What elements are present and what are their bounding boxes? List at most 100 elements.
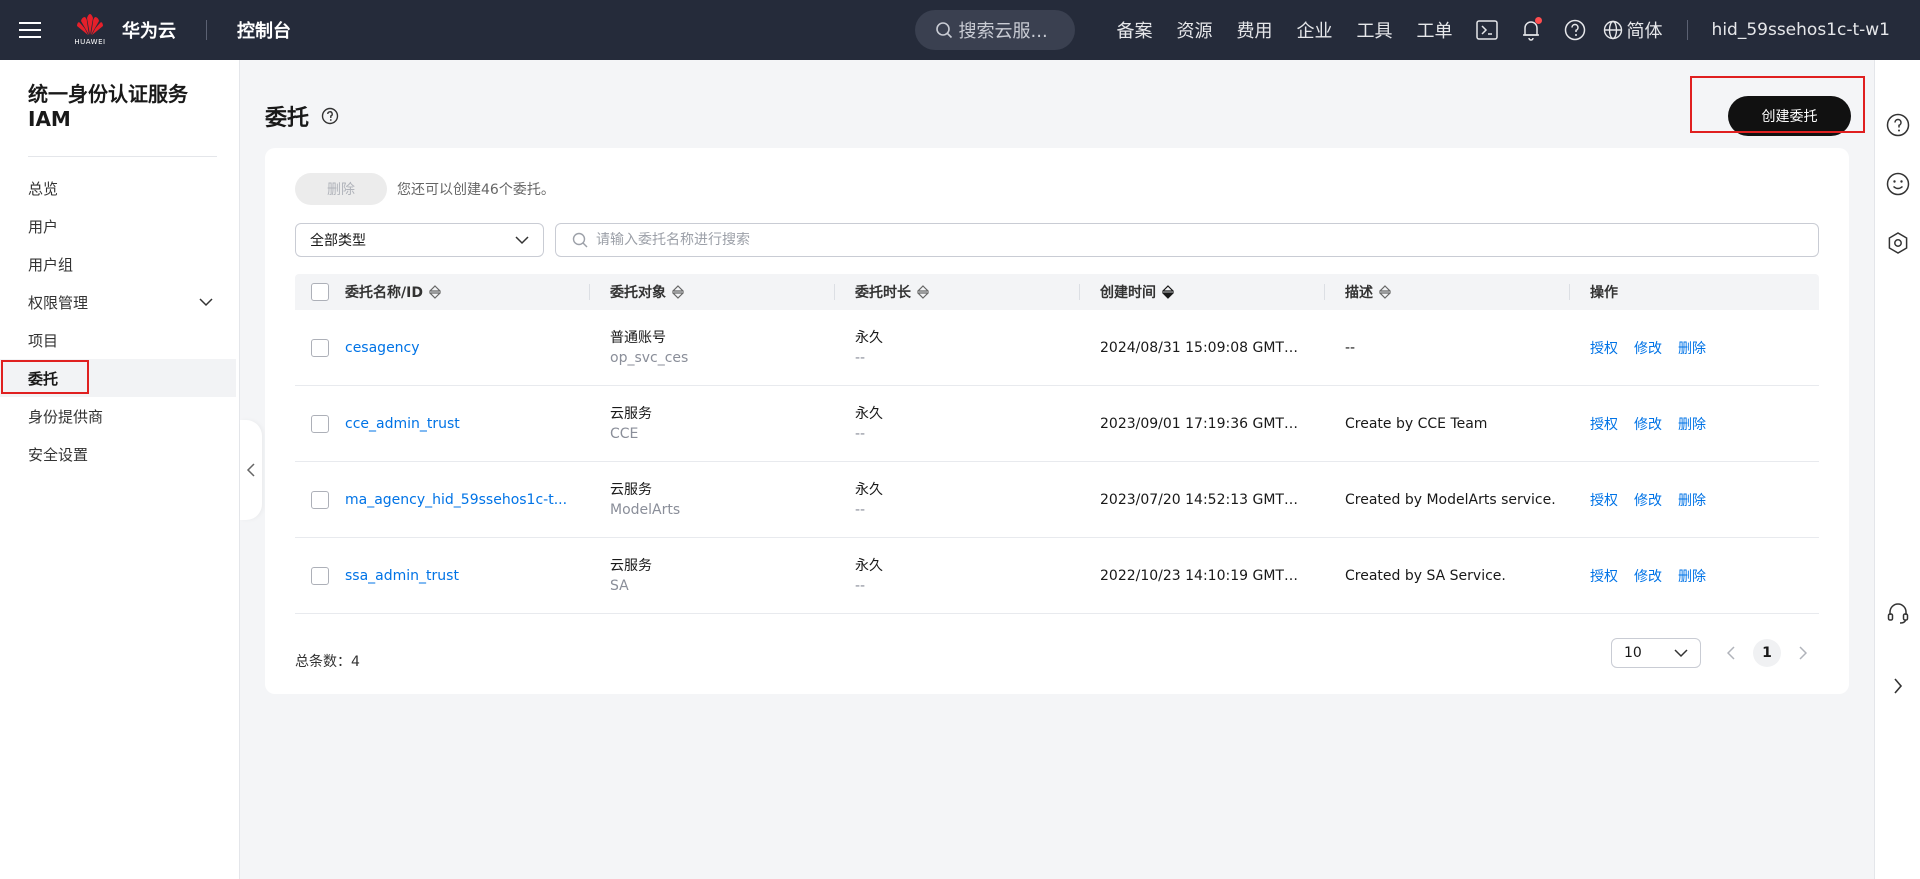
sort-icon[interactable] <box>1379 285 1391 299</box>
sort-icon[interactable] <box>672 285 684 299</box>
sidebar-item-label: 身份提供商 <box>28 407 104 426</box>
sidebar-item-user-groups[interactable]: 用户组 <box>0 245 239 283</box>
sort-icon[interactable] <box>917 285 929 299</box>
duration-sub: -- <box>855 349 866 366</box>
help-icon[interactable] <box>321 107 339 125</box>
column-label: 描述 <box>1345 285 1373 301</box>
gear-icon[interactable] <box>1885 230 1911 256</box>
delete-link[interactable]: 删除 <box>1678 490 1706 510</box>
sidebar-item-permissions[interactable]: 权限管理 <box>0 283 239 321</box>
select-all-checkbox[interactable] <box>311 283 329 301</box>
modify-link[interactable]: 修改 <box>1634 338 1662 358</box>
user-account[interactable]: hid_59ssehos1c-t-w1 <box>1712 20 1890 40</box>
page-number-current[interactable]: 1 <box>1753 639 1781 667</box>
delete-link[interactable]: 删除 <box>1678 338 1706 358</box>
top-navigation-bar: HUAWEI 华为云 控制台 搜索云服... 备案 资源 费用 企业 工具 工单… <box>0 0 1920 60</box>
target-cell: 云服务 ModelArts <box>590 480 835 520</box>
duration-value: 永久 <box>855 557 883 574</box>
modify-link[interactable]: 修改 <box>1634 414 1662 434</box>
row-actions: 授权 修改 删除 <box>1570 338 1819 358</box>
column-header-duration[interactable]: 委托时长 <box>835 274 1080 310</box>
highlight-box <box>1 360 89 394</box>
agency-table: 委托名称/ID 委托对象 委托时长 创建时间 描述 操作 cesagency 普… <box>295 274 1819 614</box>
batch-delete-button[interactable]: 删除 <box>295 173 387 205</box>
modify-link[interactable]: 修改 <box>1634 566 1662 586</box>
agency-name-link[interactable]: ma_agency_hid_59ssehos1c-t... <box>345 492 590 508</box>
total-label: 总条数： <box>295 654 351 670</box>
target-id: SA <box>610 577 629 594</box>
column-header-target[interactable]: 委托对象 <box>590 274 835 310</box>
authorize-link[interactable]: 授权 <box>1590 414 1618 434</box>
authorize-link[interactable]: 授权 <box>1590 566 1618 586</box>
global-search-placeholder: 搜索云服... <box>958 21 1048 42</box>
console-link[interactable]: 控制台 <box>237 17 291 43</box>
search-icon <box>935 22 952 39</box>
search-icon <box>572 232 588 248</box>
divider <box>1686 20 1688 40</box>
top-link-billing[interactable]: 费用 <box>1237 17 1273 43</box>
target-cell: 云服务 SA <box>590 556 835 596</box>
top-link-beian[interactable]: 备案 <box>1117 17 1153 43</box>
target-cell: 云服务 CCE <box>590 404 835 444</box>
language-switch[interactable]: 简体 <box>1603 17 1663 43</box>
top-link-resources[interactable]: 资源 <box>1177 17 1213 43</box>
target-type: 云服务 <box>610 481 652 498</box>
top-link-enterprise[interactable]: 企业 <box>1297 17 1333 43</box>
sidebar-item-label: 安全设置 <box>28 445 89 464</box>
row-actions: 授权 修改 删除 <box>1570 566 1819 586</box>
column-header-description[interactable]: 描述 <box>1325 274 1570 310</box>
column-label: 委托对象 <box>610 285 666 301</box>
page-size-select[interactable]: 10 <box>1611 638 1701 668</box>
huawei-cloud-logo[interactable]: HUAWEI 华为云 <box>72 10 176 50</box>
total-count: 总条数：4 <box>295 651 360 671</box>
page-title: 委托 <box>265 106 310 131</box>
top-link-tools[interactable]: 工具 <box>1357 17 1393 43</box>
help-icon[interactable] <box>1885 112 1911 138</box>
duration-value: 永久 <box>855 329 883 346</box>
sidebar-item-agencies[interactable]: 委托 <box>0 359 236 397</box>
table-row: cesagency 普通账号 op_svc_ces 永久 -- 2024/08/31… <box>295 310 1819 386</box>
row-actions: 授权 修改 删除 <box>1570 490 1819 510</box>
row-checkbox[interactable] <box>311 566 329 585</box>
sidebar-item-overview[interactable]: 总览 <box>0 169 239 207</box>
agency-search[interactable] <box>555 223 1819 257</box>
agency-name-link[interactable]: cesagency <box>345 340 590 356</box>
sort-desc-icon[interactable] <box>1162 285 1174 299</box>
authorize-link[interactable]: 授权 <box>1590 490 1618 510</box>
delete-link[interactable]: 删除 <box>1678 414 1706 434</box>
column-header-created[interactable]: 创建时间 <box>1080 274 1325 310</box>
duration-value: 永久 <box>855 481 883 498</box>
next-page-button[interactable] <box>1791 641 1815 665</box>
row-checkbox[interactable] <box>311 338 329 357</box>
sidebar-item-identity-providers[interactable]: 身份提供商 <box>0 397 239 435</box>
headset-support-icon[interactable] <box>1885 600 1911 626</box>
help-icon[interactable] <box>1560 15 1590 45</box>
divider <box>28 156 217 157</box>
create-agency-button[interactable]: 创建委托 <box>1728 96 1851 136</box>
chevron-down-icon <box>515 236 529 245</box>
sidebar-item-users[interactable]: 用户 <box>0 207 239 245</box>
sort-icon[interactable] <box>428 285 441 299</box>
prev-page-button[interactable] <box>1719 641 1743 665</box>
authorize-link[interactable]: 授权 <box>1590 338 1618 358</box>
row-checkbox[interactable] <box>311 490 329 509</box>
delete-link[interactable]: 删除 <box>1678 566 1706 586</box>
row-checkbox[interactable] <box>311 414 329 433</box>
terminal-icon[interactable] <box>1472 15 1502 45</box>
agency-name-link[interactable]: ssa_admin_trust <box>345 568 590 584</box>
modify-link[interactable]: 修改 <box>1634 490 1662 510</box>
chevron-right-icon[interactable] <box>1885 673 1911 699</box>
column-header-name[interactable]: 委托名称/ID <box>345 274 590 310</box>
sidebar-item-projects[interactable]: 项目 <box>0 321 239 359</box>
smiley-feedback-icon[interactable] <box>1885 171 1911 197</box>
menu-button[interactable] <box>0 0 60 60</box>
bell-icon[interactable] <box>1516 15 1546 45</box>
global-search[interactable]: 搜索云服... <box>914 10 1075 50</box>
sidebar-collapse-button[interactable] <box>240 420 262 520</box>
agency-name-link[interactable]: cce_admin_trust <box>345 416 590 432</box>
target-type: 普通账号 <box>610 329 666 346</box>
agency-search-input[interactable] <box>596 232 1802 248</box>
top-link-tickets[interactable]: 工单 <box>1417 17 1453 43</box>
sidebar-item-security-settings[interactable]: 安全设置 <box>0 435 239 473</box>
type-filter-select[interactable]: 全部类型 <box>295 223 544 257</box>
